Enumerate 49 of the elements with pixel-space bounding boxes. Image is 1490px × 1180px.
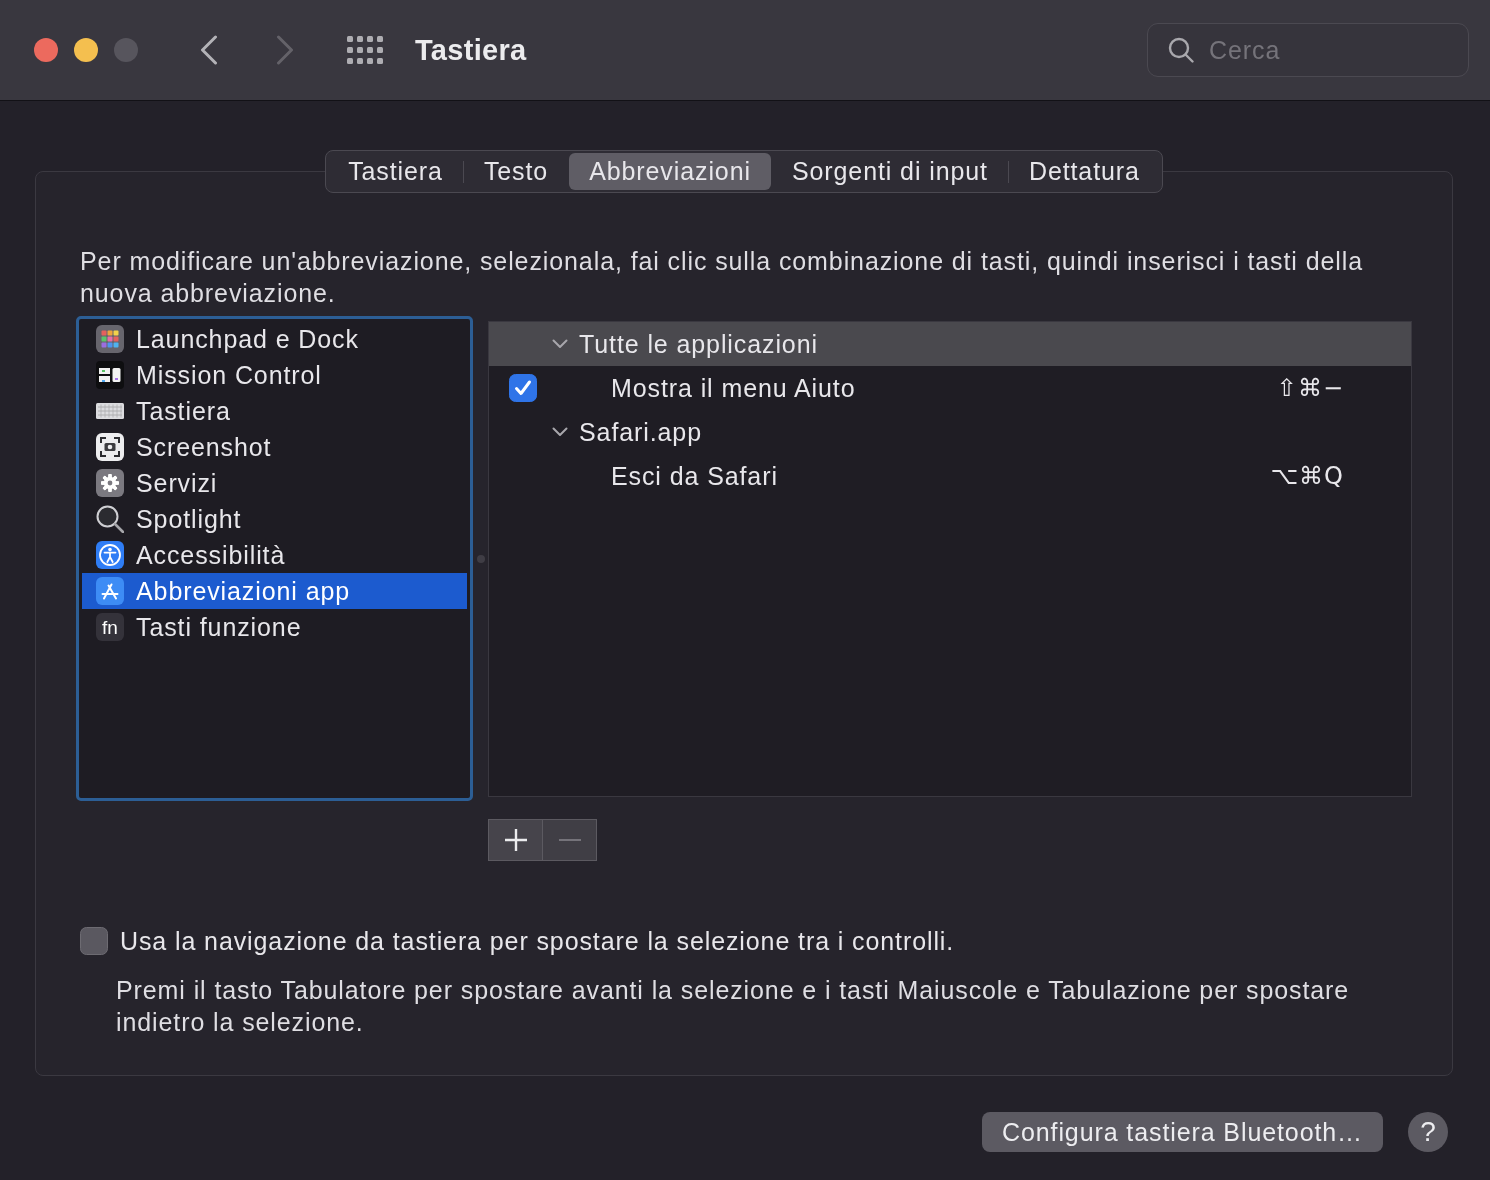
a-shape-icon (96, 577, 124, 605)
shortcut-group-row[interactable]: Tutte le applicazioni (489, 322, 1411, 366)
gear-icon (96, 469, 124, 497)
checkbox-label: Usa la navigazione da tastiera per spostare la selezione tra i controlli. (120, 926, 955, 956)
camera-icon (96, 433, 124, 461)
plus-icon (504, 829, 527, 851)
chevron-down-icon[interactable] (552, 427, 568, 437)
shortcut-row[interactable]: Esci da Safari ⌥⌘Q (489, 454, 1411, 498)
help-button[interactable]: ? (1408, 1112, 1448, 1152)
category-item[interactable]: Tastiera (82, 393, 467, 429)
divider-handle-icon[interactable] (476, 554, 485, 563)
shortcut-group-row[interactable]: Safari.app (489, 410, 1411, 454)
window-title: Tastiera (415, 33, 527, 67)
checkbox[interactable] (80, 927, 108, 955)
minimize-button[interactable] (74, 38, 98, 62)
tab[interactable]: Sorgenti di input (771, 153, 1008, 190)
magnifier-icon (96, 505, 124, 533)
checkbox[interactable] (509, 374, 537, 402)
minus-icon (558, 839, 581, 841)
category-item[interactable]: Launchpad e Dock (82, 321, 467, 357)
windows-icon (96, 361, 124, 389)
search-icon (1168, 37, 1194, 63)
add-button[interactable] (488, 819, 543, 861)
category-item[interactable]: Accessibilità (82, 537, 467, 573)
chevron-down-icon[interactable] (552, 339, 568, 349)
close-button[interactable] (34, 38, 58, 62)
app-grid-icon (96, 325, 124, 353)
instruction-text: Per modificare un'abbreviazione, selezionala, fai clic sulla combinazione di tasti, quindi inserisci i tasti della nuova abbreviazione. (80, 246, 1364, 309)
tab[interactable]: Dettatura (1008, 153, 1160, 190)
tab[interactable]: Abbreviazioni (569, 153, 771, 190)
category-item[interactable]: Screenshot (82, 429, 467, 465)
category-item[interactable]: Abbreviazioni app (82, 573, 467, 609)
help-text: Premi il tasto Tabulatore per spostare avanti la selezione e i tasti Maiuscole e Tabulazione per spostare indietro la selezione. (116, 975, 1351, 1038)
category-item[interactable]: Spotlight (82, 501, 467, 537)
shortcut-keys: ⇧⌘− (1276, 374, 1344, 402)
tab[interactable]: Tastiera (328, 153, 463, 190)
tab[interactable]: Testo (463, 153, 569, 190)
fn-key-icon: fn (96, 613, 124, 641)
category-item[interactable]: Servizi (82, 465, 467, 501)
search-field[interactable]: Cerca (1147, 23, 1469, 77)
chevron-left-icon[interactable] (200, 35, 218, 65)
category-item[interactable]: Mission Control (82, 357, 467, 393)
grid-icon[interactable] (347, 36, 383, 64)
keyboard-icon (96, 403, 124, 419)
shortcut-row[interactable]: Mostra il menu Aiuto ⇧⌘− (489, 366, 1411, 410)
shortcut-keys: ⌥⌘Q (1270, 462, 1344, 490)
category-item[interactable]: fn Tasti funzione (82, 609, 467, 645)
bluetooth-setup-button[interactable]: Configura tastiera Bluetooth… (982, 1112, 1383, 1152)
accessibility-icon (96, 541, 124, 569)
